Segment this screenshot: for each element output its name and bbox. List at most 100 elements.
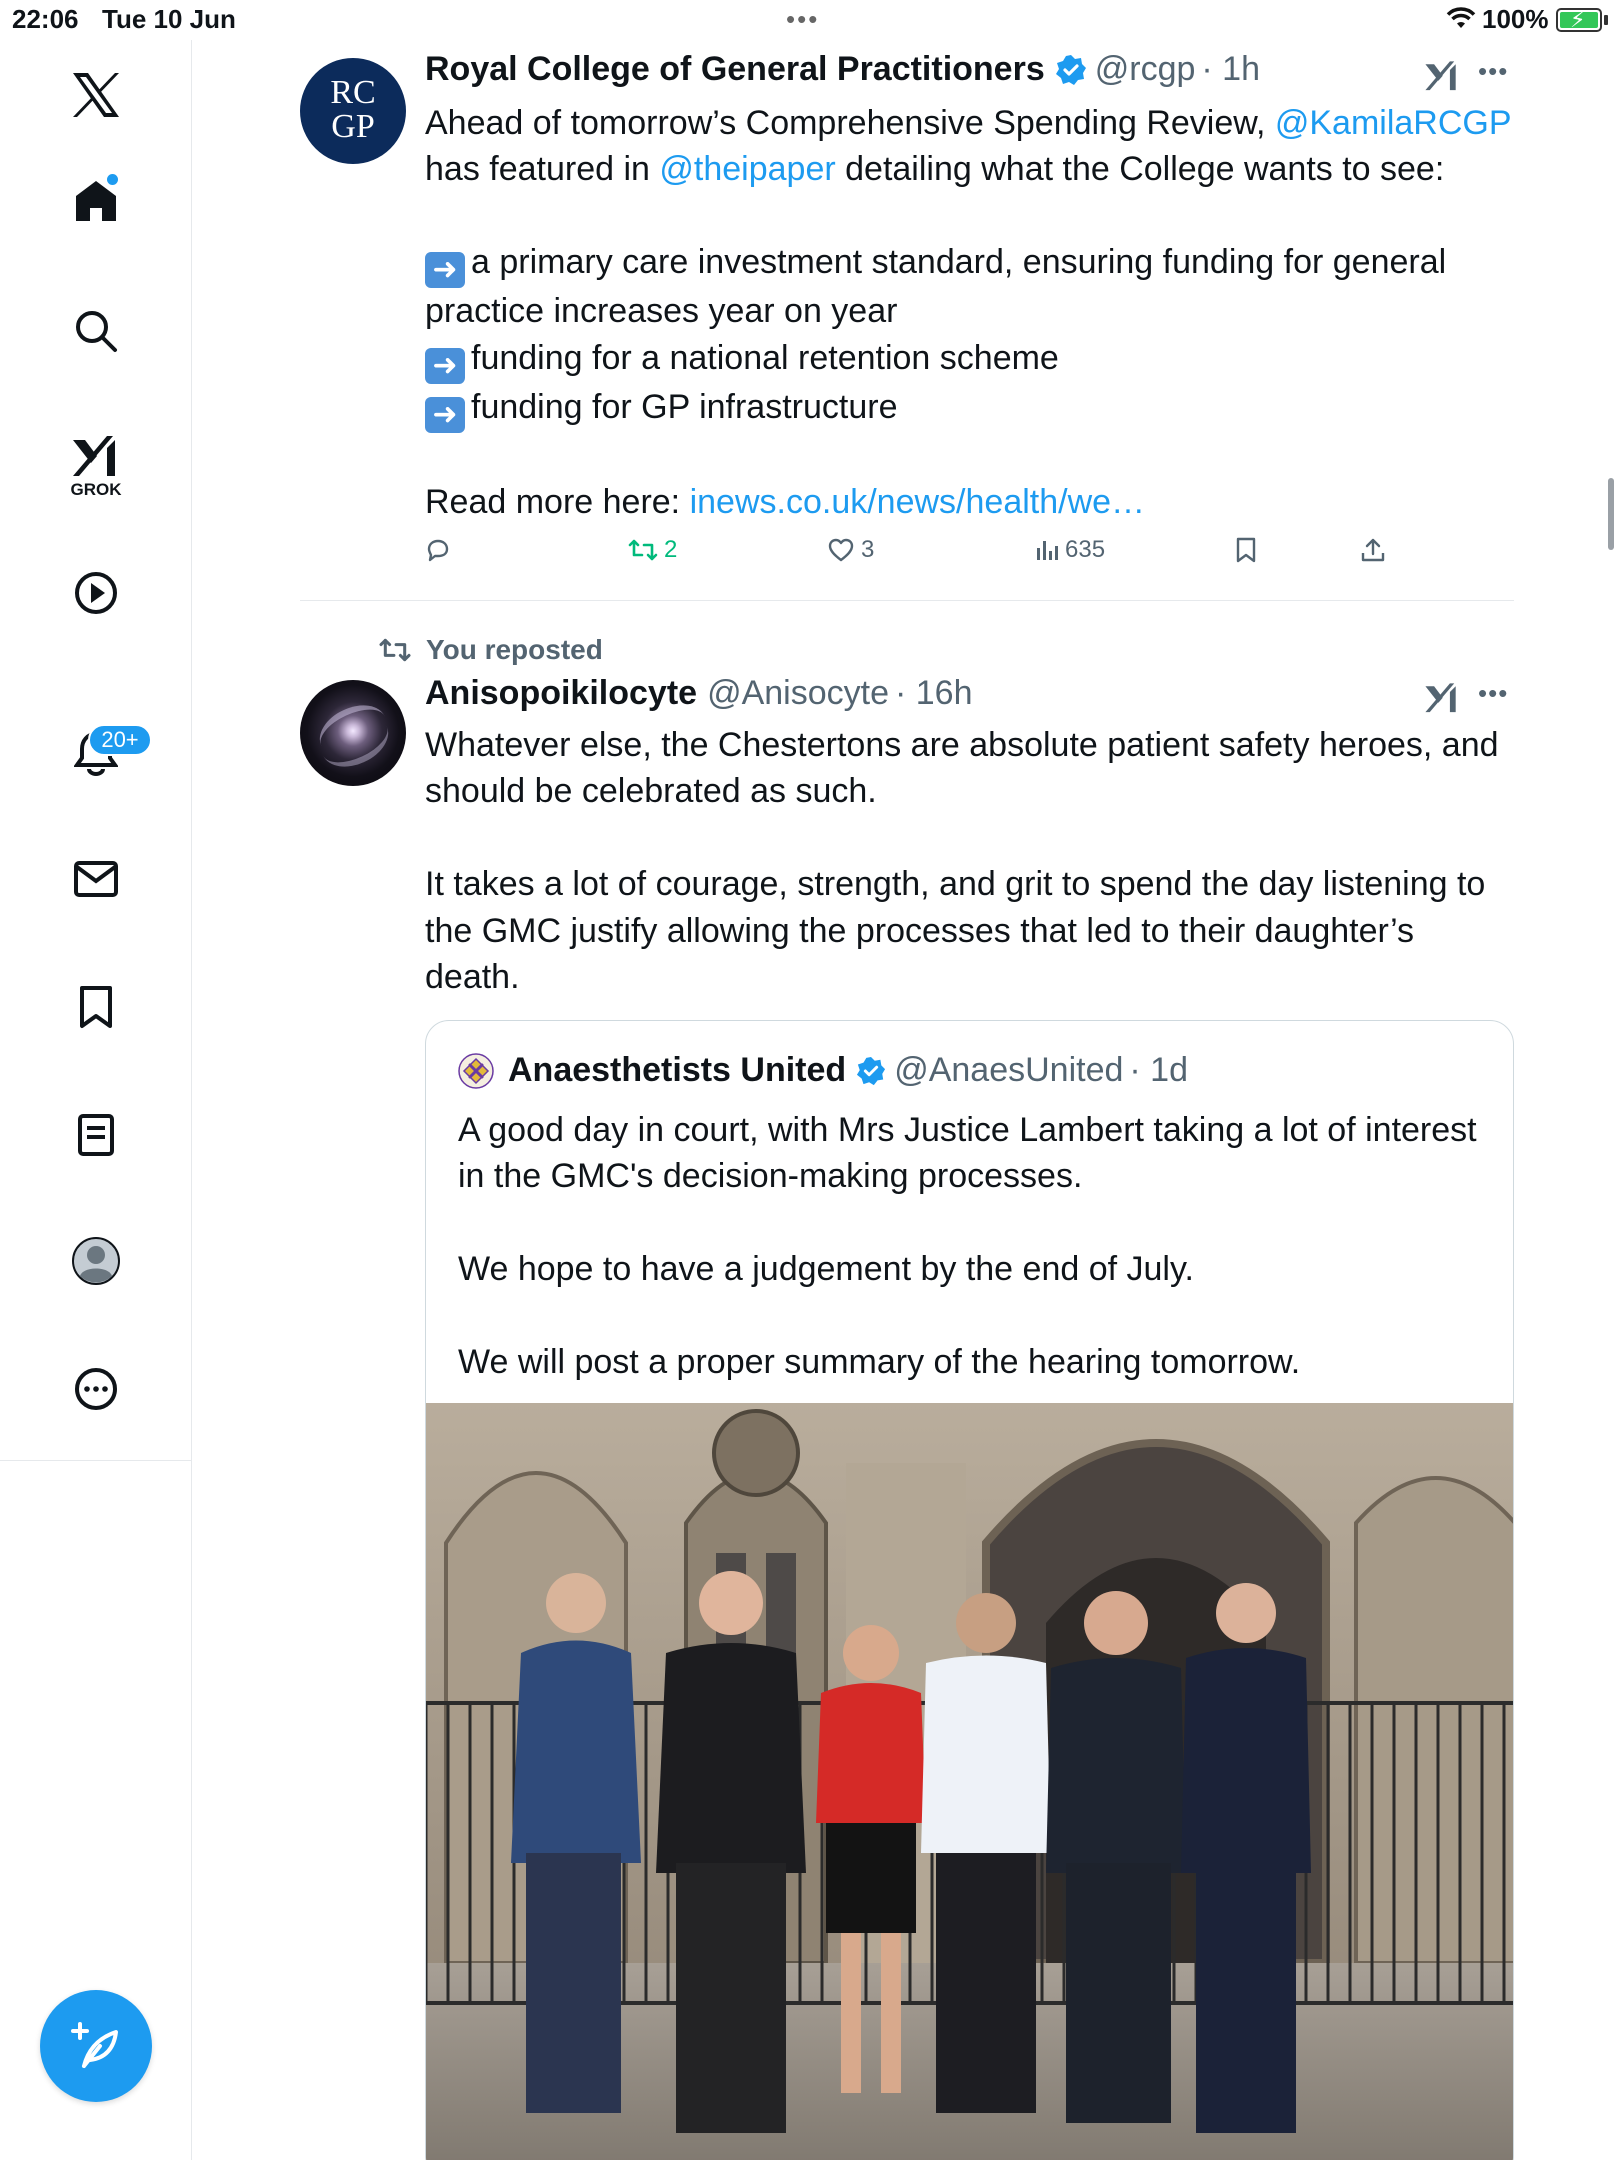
quote-header: Anaesthetists United @AnaesUnited · 1d (458, 1051, 1188, 1090)
mention-link[interactable]: @KamilaRCGP (1275, 104, 1512, 142)
status-time: 22:06 (12, 4, 79, 34)
views-icon (1037, 541, 1058, 560)
text-line: Whatever else, the Chestertons are absol… (425, 726, 1499, 764)
sidebar-item-grok[interactable] (63, 422, 129, 488)
article-link[interactable]: inews.co.uk/news/health/we… (690, 483, 1145, 521)
more-options-icon[interactable]: ••• (1478, 678, 1508, 709)
avatar[interactable]: RC GP (300, 58, 406, 164)
view-count: 635 (1065, 536, 1106, 563)
sidebar: GROK 20+ (0, 40, 192, 2160)
grok-label: GROK (70, 480, 122, 499)
share-icon (1361, 538, 1385, 562)
more-options-icon[interactable]: ••• (1478, 56, 1508, 87)
author-name[interactable]: Royal College of General Practitioners (425, 50, 1045, 89)
x-logo-icon[interactable] (63, 62, 129, 128)
verified-icon (857, 1056, 886, 1085)
bookmark-button[interactable] (1235, 530, 1257, 570)
sidebar-item-bookmarks[interactable] (63, 974, 129, 1040)
grok-icon[interactable] (1424, 58, 1460, 92)
tweet-actions: 2 3 635 (425, 530, 1425, 570)
quote-author-handle[interactable]: @AnaesUnited (894, 1051, 1123, 1090)
notifications-badge: 20+ (88, 724, 152, 756)
grok-icon (73, 436, 115, 476)
reply-button[interactable] (425, 530, 457, 570)
sidebar-item-profile[interactable] (63, 1228, 129, 1294)
text-line: in the GMC's decision-making processes. (458, 1157, 1083, 1196)
like-button[interactable]: 3 (827, 530, 874, 570)
profile-icon (72, 1237, 120, 1285)
more-circle-icon (75, 1368, 117, 1410)
text-line: Ahead of tomorrow’s Comprehensive Spendi… (425, 104, 1275, 142)
avatar[interactable] (300, 680, 406, 786)
mail-icon (74, 861, 118, 897)
quote-text: A good day in court, with Mrs Justice La… (458, 1107, 1488, 1385)
tweet-time[interactable]: · 16h (895, 674, 973, 713)
repost-context: You reposted (378, 630, 603, 670)
heart-icon (828, 538, 854, 562)
verified-icon (1055, 54, 1086, 85)
retweet-icon (628, 539, 658, 561)
text-line: We will post a proper summary of the hea… (458, 1343, 1301, 1381)
multitasking-dots-icon[interactable]: ••• (786, 4, 819, 35)
sidebar-item-explore[interactable] (63, 298, 129, 364)
bullet-text: practice increases year on year (425, 292, 898, 331)
tweet-header: Royal College of General Practitioners @… (425, 50, 1260, 89)
bullet-text: a primary care investment standard, ensu… (471, 243, 1447, 282)
quote-time: · 1d (1129, 1051, 1188, 1089)
anaesthetists-united-logo-icon (458, 1052, 494, 1089)
avatar-initials-top: RC (330, 74, 376, 111)
text-line: should be celebrated as such. (425, 772, 877, 811)
list-icon (78, 1114, 114, 1156)
sidebar-item-more[interactable] (63, 1356, 129, 1422)
scrollbar[interactable] (1608, 478, 1614, 550)
arrow-right-icon: ➜ (425, 252, 465, 289)
bookmark-icon (1236, 537, 1256, 563)
battery-icon: ⚡ (1556, 7, 1602, 32)
search-icon (76, 311, 117, 352)
text-line: It takes a lot of courage, strength, and… (425, 865, 1486, 904)
battery-tip (1604, 15, 1608, 25)
sidebar-item-messages[interactable] (63, 846, 129, 912)
text-line: has featured in (425, 150, 660, 189)
avatar-initials-bottom: GP (331, 108, 375, 145)
text-line: death. (425, 958, 520, 997)
sidebar-item-lists[interactable] (63, 1102, 129, 1168)
author-handle[interactable]: @rcgp (1095, 50, 1196, 89)
arrow-right-icon: ➜ (425, 347, 465, 384)
tweet-text: Whatever else, the Chestertons are absol… (425, 722, 1525, 1000)
compose-button[interactable] (40, 1990, 152, 2102)
home-unread-dot (107, 174, 118, 185)
text-line: A good day in court, with Mrs Justice La… (458, 1111, 1477, 1149)
text-line: the GMC justify allowing the processes t… (425, 911, 1415, 950)
bullet-text: funding for GP infrastructure (471, 387, 898, 426)
text-line: detailing what the College wants to see: (835, 150, 1445, 189)
mention-link[interactable]: @theipaper (659, 150, 835, 188)
grok-icon[interactable] (1424, 680, 1460, 714)
author-name[interactable]: Anisopoikilocyte (425, 674, 697, 713)
compose-icon (71, 2022, 118, 2068)
battery-percent: 100% (1482, 4, 1549, 34)
sidebar-item-video[interactable] (63, 560, 129, 626)
bullet-text: funding for a national retention scheme (471, 338, 1059, 377)
sidebar-item-home[interactable] (63, 168, 129, 234)
quoted-tweet[interactable]: Anaesthetists United @AnaesUnited · 1d A… (425, 1020, 1514, 2160)
arrow-right-icon: ➜ (425, 396, 465, 433)
repost-button[interactable]: 2 (628, 530, 677, 570)
quote-author-name[interactable]: Anaesthetists United (508, 1051, 846, 1090)
repost-label: You reposted (426, 634, 603, 665)
author-handle[interactable]: @Anisocyte (707, 674, 889, 713)
repost-count: 2 (664, 536, 678, 563)
tweet-divider (300, 600, 1514, 601)
status-bar: 22:06 Tue 10 Jun ••• 100% ⚡ (0, 0, 1620, 40)
court-group-photo-image (426, 1403, 1513, 2160)
status-date: Tue 10 Jun (102, 4, 236, 34)
share-button[interactable] (1360, 530, 1386, 570)
wifi-icon (1446, 7, 1476, 28)
tweet-header: Anisopoikilocyte @Anisocyte · 16h (425, 674, 972, 713)
bookmark-icon (80, 986, 112, 1028)
video-icon (75, 572, 117, 614)
reply-icon (427, 539, 449, 562)
views-button[interactable]: 635 (1035, 530, 1105, 570)
quote-photo[interactable] (426, 1403, 1513, 2160)
tweet-time[interactable]: · 1h (1201, 50, 1260, 89)
